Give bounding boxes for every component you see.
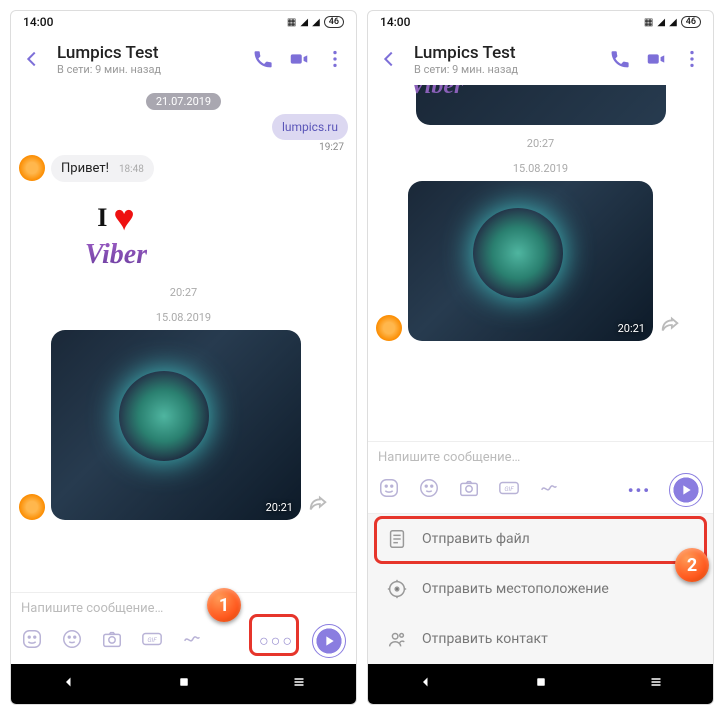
android-navbar [11,664,356,704]
input-bar: Напишите сообщение… GIF ○○○ [11,592,356,664]
nav-back-icon[interactable] [60,673,78,695]
forward-icon[interactable] [659,314,681,341]
gif-icon[interactable]: GIF [141,628,163,654]
link-time: 19:27 [319,142,344,153]
date-separator: 15.08.2019 [156,311,211,324]
send-location-item[interactable]: Отправить местоположение [368,564,713,614]
send-file-item[interactable]: Отправить файл [368,514,713,564]
doodle-icon[interactable] [538,477,560,503]
status-time: 14:00 [23,15,53,29]
svg-text:GIF: GIF [504,485,514,493]
phone-right: 14:00 ▦◢◢ 46 Lumpics Test В сети: 9 мин.… [367,10,714,705]
message-input[interactable]: Напишите сообщение… [21,601,346,616]
media-image[interactable]: 20:21 [51,330,301,520]
attachment-panel: Отправить файл Отправить местоположение … [368,513,713,664]
incoming-row: Привет! 18:48 [19,155,348,182]
more-menu-icon[interactable] [681,48,703,70]
status-time: 14:00 [380,15,410,29]
avatar[interactable] [19,155,45,181]
status-icons: ▦◢◢ 46 [287,16,344,28]
message-input[interactable]: Напишите сообщение… [378,450,703,465]
gif-icon[interactable]: GIF [498,477,520,503]
emoji-icon[interactable] [21,628,43,654]
nav-home-icon[interactable] [175,673,193,695]
avatar[interactable] [19,494,45,520]
greeting-bubble[interactable]: Привет! 18:48 [51,155,154,182]
avatar[interactable] [376,315,402,341]
more-options-icon[interactable]: ○○○ [259,631,294,651]
input-bar: Напишите сообщение… GIF ••• [368,441,713,513]
date-separator: 15.08.2019 [513,162,568,175]
video-call-icon[interactable] [645,48,667,70]
chat-title-block[interactable]: Lumpics Test В сети: 9 мин. назад [414,43,595,76]
battery-level: 46 [681,16,701,28]
emoji-icon[interactable] [378,477,400,503]
chat-title: Lumpics Test [57,43,238,63]
android-navbar [368,664,713,704]
camera-icon[interactable] [101,628,123,654]
status-bar: 14:00 ▦◢◢ 46 [368,11,713,33]
chat-subtitle: В сети: 9 мин. назад [57,63,238,76]
more-menu-icon[interactable] [324,48,346,70]
input-toolbar: GIF ○○○ [21,624,346,658]
date-pill: 21.07.2019 [146,93,221,110]
forward-icon[interactable] [307,493,329,520]
media-message: 20:21 [19,330,348,520]
link-bubble[interactable]: lumpics.ru [272,114,348,140]
more-options-icon[interactable]: ••• [628,481,651,500]
contact-icon [386,628,408,650]
status-bar: 14:00 ▦◢◢ 46 [11,11,356,33]
media-timestamp: 20:21 [266,501,293,514]
chat-title: Lumpics Test [414,43,595,63]
video-call-icon[interactable] [288,48,310,70]
sticker-time: 20:27 [170,286,197,299]
svg-text:GIF: GIF [147,636,157,644]
status-icons: ▦◢◢ 46 [644,16,701,28]
nav-recent-icon[interactable] [290,673,308,695]
nav-back-icon[interactable] [417,673,435,695]
back-icon[interactable] [378,48,400,70]
battery-level: 46 [324,16,344,28]
send-contact-item[interactable]: Отправить контакт [368,614,713,664]
nav-recent-icon[interactable] [647,673,665,695]
viber-sticker[interactable]: I♥ Viber [51,184,181,284]
tutorial-marker-1: 1 [207,588,241,622]
media-message: 20:21 [376,181,705,341]
tutorial-marker-2: 2 [675,548,709,582]
media-timestamp: 20:21 [618,322,645,335]
chat-title-block[interactable]: Lumpics Test В сети: 9 мин. назад [57,43,238,76]
voice-message-button[interactable] [669,473,703,507]
back-icon[interactable] [21,48,43,70]
peek-time: 20:27 [527,137,554,150]
media-peek[interactable]: Viber [416,85,666,125]
chat-area[interactable]: Viber 20:27 15.08.2019 20:21 [368,85,713,441]
chat-subtitle: В сети: 9 мин. назад [414,63,595,76]
sticker-icon[interactable] [61,628,83,654]
sticker-icon[interactable] [418,477,440,503]
chat-area[interactable]: 21.07.2019 lumpics.ru 19:27 Привет! 18:4… [11,85,356,592]
camera-icon[interactable] [458,477,480,503]
file-icon [386,528,408,550]
location-icon [386,578,408,600]
phone-call-icon[interactable] [252,48,274,70]
media-image[interactable]: 20:21 [408,181,653,341]
phone-call-icon[interactable] [609,48,631,70]
input-toolbar: GIF ••• [378,473,703,507]
chat-header: Lumpics Test В сети: 9 мин. назад [11,33,356,85]
voice-message-button[interactable] [312,624,346,658]
doodle-icon[interactable] [181,628,203,654]
nav-home-icon[interactable] [532,673,550,695]
phone-left: 14:00 ▦◢◢ 46 Lumpics Test В сети: 9 мин.… [10,10,357,705]
chat-header: Lumpics Test В сети: 9 мин. назад [368,33,713,85]
